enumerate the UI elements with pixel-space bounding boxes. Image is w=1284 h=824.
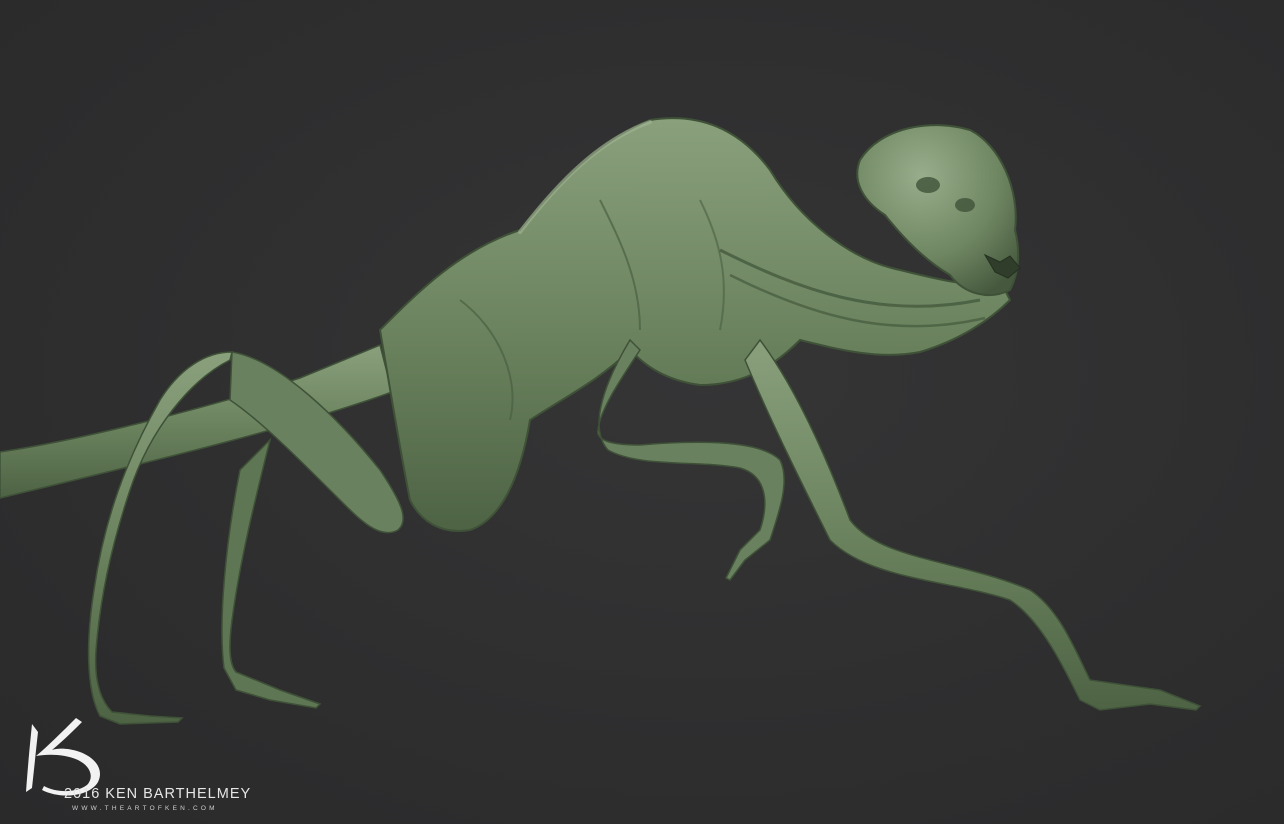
render-viewport: 2016 KEN BARTHELMEY WWW.THEARTOFKEN.COM bbox=[0, 0, 1284, 824]
creature-sculpt bbox=[0, 117, 1202, 725]
artist-watermark: 2016 KEN BARTHELMEY WWW.THEARTOFKEN.COM bbox=[14, 714, 274, 818]
creature-far-hind-leg bbox=[221, 437, 322, 709]
creature-eye bbox=[916, 177, 940, 193]
copyright-text: 2016 KEN BARTHELMEY bbox=[64, 786, 252, 802]
creature-long-foreleg bbox=[744, 338, 1202, 711]
website-text: WWW.THEARTOFKEN.COM bbox=[72, 805, 218, 812]
